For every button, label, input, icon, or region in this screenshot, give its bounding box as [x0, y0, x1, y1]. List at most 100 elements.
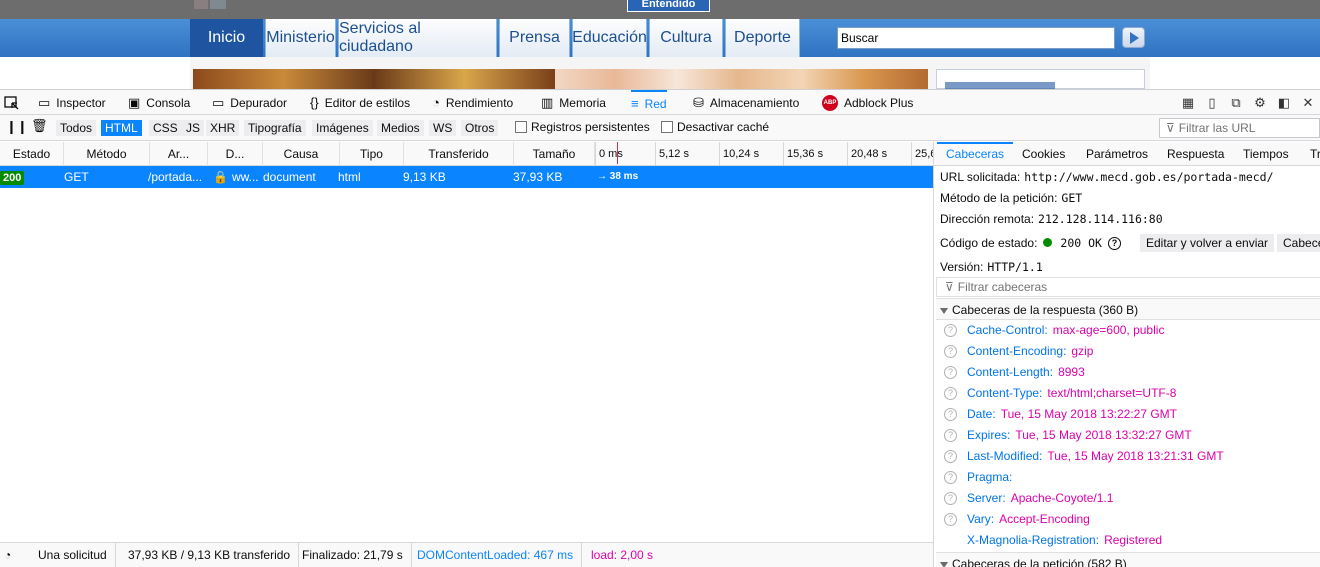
request-url: URL solicitada: http://www.mecd.gob.es/po… — [940, 170, 1274, 184]
http-version: Versión: HTTP/1.1 — [940, 260, 1043, 274]
tab-memory[interactable]: ▥ Memoria — [541, 90, 606, 115]
cookie-accept-button[interactable]: Entendido — [627, 0, 710, 12]
pause-icon[interactable]: ❙❙ — [6, 119, 28, 135]
close-icon[interactable]: ✕ — [1296, 95, 1320, 111]
site-search-input[interactable]: Buscar — [837, 27, 1115, 49]
dock-side-icon[interactable]: ◧ — [1272, 95, 1296, 111]
tab-params[interactable]: Parámetros — [1077, 142, 1157, 166]
col-status[interactable]: Estado — [0, 142, 64, 166]
disable-cache-checkbox[interactable]: Desactivar caché — [661, 120, 769, 134]
url-filter-input[interactable]: ⊽ Filtrar las URL — [1159, 118, 1320, 138]
tab-network[interactable]: ≡ Red — [631, 90, 667, 115]
tab-timings[interactable]: Tiempos — [1234, 142, 1298, 166]
header-row: ? Content-Length: 8993 — [944, 362, 1085, 383]
filter-js[interactable]: JS — [182, 120, 205, 136]
table-row[interactable]: 200 GET /portada... 🔒 ww... document html… — [0, 166, 933, 188]
waterfall-tick: 15,36 s — [783, 142, 823, 166]
element-picker-icon[interactable] — [4, 90, 20, 115]
finish-time: Finalizado: 21,79 s — [294, 543, 412, 567]
col-cause[interactable]: Causa — [263, 142, 340, 166]
banner-image[interactable] — [193, 69, 555, 89]
gear-icon[interactable]: ⚙ — [1248, 95, 1272, 111]
checkbox-box[interactable] — [515, 121, 527, 133]
screenshot-icon[interactable]: ⧉ — [1224, 95, 1248, 111]
tab-headers[interactable]: Cabeceras — [937, 142, 1014, 166]
responsive-mode-icon[interactable]: ▯ — [1200, 95, 1224, 111]
request-list-empty-area — [0, 188, 933, 542]
banner-image[interactable] — [555, 69, 675, 89]
persist-logs-checkbox[interactable]: Registros persistentes — [515, 120, 650, 134]
header-row: ? Last-Modified: Tue, 15 May 2018 13:21:31… — [944, 446, 1224, 467]
filter-css[interactable]: CSS — [149, 120, 182, 136]
edit-resend-button[interactable]: Editar y volver a enviar — [1140, 234, 1275, 252]
cell-method: GET — [64, 170, 89, 184]
tab-response[interactable]: Respuesta — [1158, 142, 1233, 166]
col-file[interactable]: Ar... — [150, 142, 208, 166]
performance-analysis-icon[interactable]: ◔ — [0, 543, 19, 567]
help-icon[interactable]: ? — [944, 408, 957, 422]
filter-html[interactable]: HTML — [101, 120, 142, 136]
nav-servicios[interactable]: Servicios al ciudadano — [338, 19, 497, 57]
request-headers-section[interactable]: Cabeceras de la petición (582 B) — [936, 552, 1320, 567]
nav-cultura[interactable]: Cultura — [649, 19, 723, 57]
nav-inicio[interactable]: Inicio — [190, 19, 263, 57]
filter-xhr[interactable]: XHR — [206, 120, 240, 136]
help-icon[interactable]: ? — [1107, 237, 1121, 251]
help-icon[interactable]: ? — [944, 492, 957, 506]
console-icon: ▣ — [128, 94, 141, 110]
filter-all[interactable]: Todos — [56, 120, 97, 136]
tab-storage[interactable]: ⛁ Almacenamiento — [693, 90, 799, 115]
transfer-summary: 37,93 KB / 9,13 KB transferido — [120, 543, 300, 567]
site-search-button[interactable] — [1122, 27, 1145, 48]
help-icon[interactable]: ? — [944, 324, 957, 338]
tab-cookies[interactable]: Cookies — [1013, 142, 1074, 166]
tab-style-editor[interactable]: {} Editor de estilos — [310, 90, 410, 115]
raw-headers-button[interactable]: Cabece — [1277, 234, 1320, 252]
memory-icon: ▥ — [541, 94, 554, 110]
col-type[interactable]: Tipo — [340, 142, 404, 166]
devtools-toolbar: ▭ Inspector ▣ Consola ▭ Depurador {} Editor … — [0, 89, 1320, 115]
filter-images[interactable]: Imágenes — [312, 120, 373, 136]
status-code: Código de estado: 200 OK? — [940, 233, 1121, 253]
col-method[interactable]: Método — [64, 142, 150, 166]
filter-ws[interactable]: WS — [429, 120, 457, 136]
tab-inspector[interactable]: ▭ Inspector — [38, 90, 106, 115]
help-icon[interactable]: ? — [944, 429, 957, 443]
filter-fonts[interactable]: Tipografía — [244, 120, 306, 136]
filter-other[interactable]: Otros — [461, 120, 499, 136]
tab-console[interactable]: ▣ Consola — [128, 90, 190, 115]
col-transferred[interactable]: Transferido — [404, 142, 514, 166]
collapse-triangle-icon — [940, 561, 948, 567]
nav-deporte[interactable]: Deporte — [725, 19, 800, 57]
tab-performance[interactable]: ◔ Rendimiento — [432, 90, 513, 115]
request-count: Una solicitud — [30, 543, 116, 567]
nav-prensa[interactable]: Prensa — [499, 19, 570, 57]
tab-adblock-plus[interactable]: ABP Adblock Plus — [822, 90, 913, 115]
help-icon[interactable]: ? — [944, 450, 957, 464]
header-row: ? Content-Encoding: gzip — [944, 341, 1093, 362]
waterfall-tick: 5,12 s — [655, 142, 689, 166]
help-icon[interactable]: ? — [944, 387, 957, 401]
nav-ministerio[interactable]: Ministerio — [265, 19, 336, 57]
website-viewport: Entendido Inicio Ministerio Servicios al… — [0, 0, 1320, 89]
filter-media[interactable]: Medios — [377, 120, 424, 136]
details-tabs: Cabeceras Cookies Parámetros Respuesta T… — [934, 142, 1320, 166]
cell-type: html — [338, 170, 361, 184]
checkbox-box[interactable] — [661, 121, 673, 133]
col-domain[interactable]: D... — [208, 142, 263, 166]
header-filter-input[interactable]: ⊽ Filtrar cabeceras — [936, 277, 1320, 297]
help-icon[interactable]: ? — [944, 345, 957, 359]
trash-icon[interactable]: 🗑 — [31, 118, 48, 134]
response-headers-section[interactable]: Cabeceras de la respuesta (360 B) — [936, 298, 1320, 320]
tab-security[interactable]: Tr — [1301, 142, 1320, 166]
dock-layout-icon[interactable]: ▦ — [1176, 95, 1200, 111]
banner-image[interactable] — [675, 69, 928, 89]
help-icon[interactable]: ? — [944, 513, 957, 527]
network-filter-bar: ❙❙ 🗑 Todos HTML CSS JS XHR Tipografía Im… — [0, 115, 1320, 141]
request-table-header: Estado Método Ar... D... Causa Tipo Tran… — [0, 142, 936, 166]
help-icon[interactable]: ? — [944, 366, 957, 380]
help-icon[interactable]: ? — [944, 471, 957, 485]
nav-educacion[interactable]: Educación — [572, 19, 647, 57]
tab-debugger[interactable]: ▭ Depurador — [212, 90, 287, 115]
col-size[interactable]: Tamaño — [514, 142, 595, 166]
